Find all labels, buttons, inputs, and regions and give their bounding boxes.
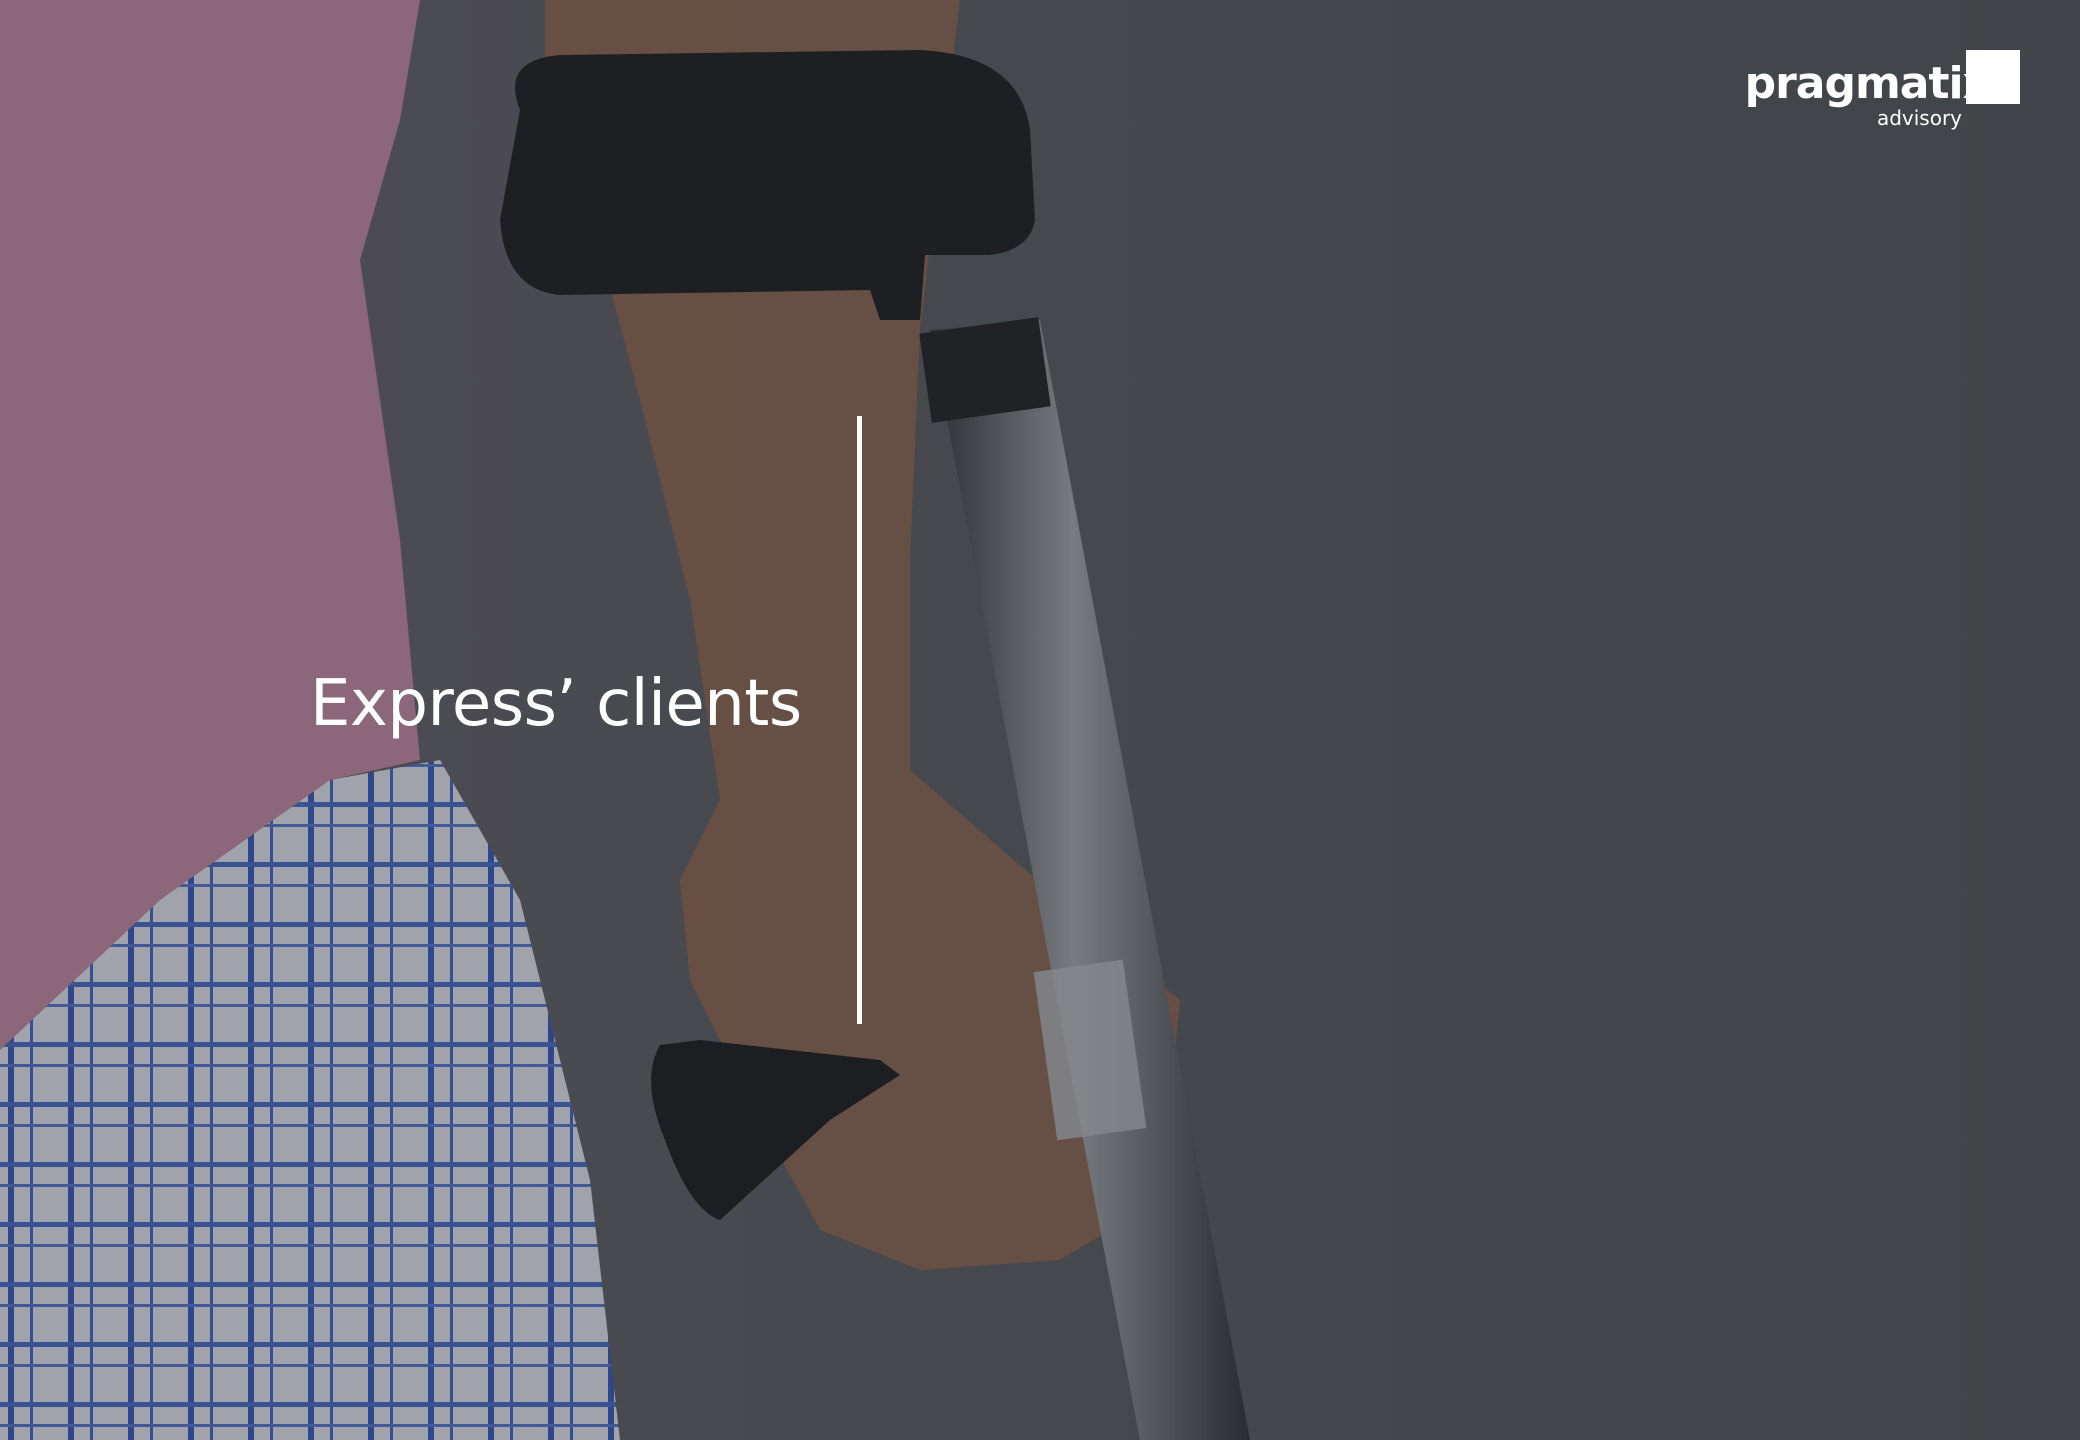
- slide-title: Express’ clients: [310, 667, 802, 741]
- slide: pragmatix advisory Express’ clients: [0, 0, 2080, 1440]
- vertical-divider: [857, 416, 862, 1024]
- logo-wordmark: pragmatix: [1744, 58, 1991, 109]
- pragmatix-logo: pragmatix advisory: [1745, 50, 2020, 140]
- logo-subtitle: advisory: [1876, 106, 1962, 130]
